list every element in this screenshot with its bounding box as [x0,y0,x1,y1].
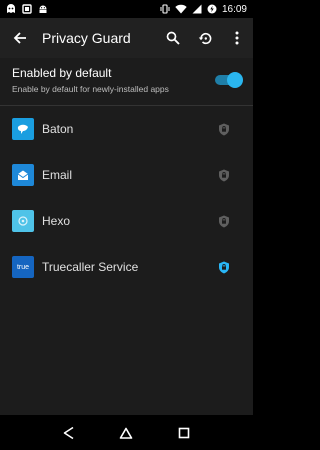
main-content: Enabled by default Enable by default for… [0,58,253,415]
app-row-email[interactable]: Email [0,152,253,198]
status-bar: 16:09 [0,0,253,18]
enabled-by-default-subtitle: Enable by default for newly-installed ap… [12,84,169,94]
app-row-baton[interactable]: Baton [0,106,253,152]
clock: 16:09 [221,3,247,15]
navigation-bar [0,415,253,450]
more-vert-icon [235,31,239,45]
privacy-guard-toggle[interactable] [209,114,239,144]
signal-icon [192,4,202,14]
back-nav-icon [63,426,74,439]
app-list: Baton Email Hexo true Truecaller Service [0,106,253,290]
app-name: Hexo [42,214,71,228]
enabled-by-default-switch[interactable] [215,72,243,88]
vibrate-icon [160,4,170,14]
privacy-guard-toggle[interactable] [209,160,239,190]
android-notification-icon [38,4,48,14]
recents-nav-icon [178,427,190,438]
battery-charging-icon [207,4,217,14]
home-nav-icon [120,427,133,439]
shield-off-icon [219,169,229,181]
history-icon [198,32,211,44]
nav-recents-button[interactable] [172,421,196,445]
app-row-truecaller-service[interactable]: true Truecaller Service [0,244,253,290]
wifi-icon [175,4,187,14]
arrow-back-icon [13,32,26,44]
switch-knob [227,72,243,88]
nav-home-button[interactable] [114,421,138,445]
page-title: Privacy Guard [42,30,131,46]
action-bar: Privacy Guard [0,18,253,58]
search-button[interactable] [157,18,189,58]
enabled-by-default-title: Enabled by default [12,66,112,80]
overflow-menu-button[interactable] [221,18,253,58]
ghost-notification-icon [6,4,16,14]
status-right-icons: 16:09 [160,4,247,15]
shield-on-icon [219,261,229,273]
truecaller-app-icon: true [12,256,34,278]
back-button[interactable] [0,18,40,58]
app-row-hexo[interactable]: Hexo [0,198,253,244]
email-app-icon [12,164,34,186]
hexo-app-icon [12,210,34,232]
truecaller-icon-text: true [16,263,30,271]
shield-off-icon [219,123,229,135]
shield-off-icon [219,215,229,227]
app-name: Truecaller Service [42,260,139,274]
square-notification-icon [22,4,32,14]
nav-back-button[interactable] [57,421,81,445]
baton-app-icon [12,118,34,140]
app-name: Email [42,168,73,182]
app-name: Baton [42,122,74,136]
enabled-by-default-row[interactable]: Enabled by default Enable by default for… [0,58,253,106]
status-left-icons [6,4,48,14]
reset-button[interactable] [189,18,221,58]
privacy-guard-toggle[interactable] [209,252,239,282]
search-icon [166,31,180,45]
privacy-guard-toggle[interactable] [209,206,239,236]
